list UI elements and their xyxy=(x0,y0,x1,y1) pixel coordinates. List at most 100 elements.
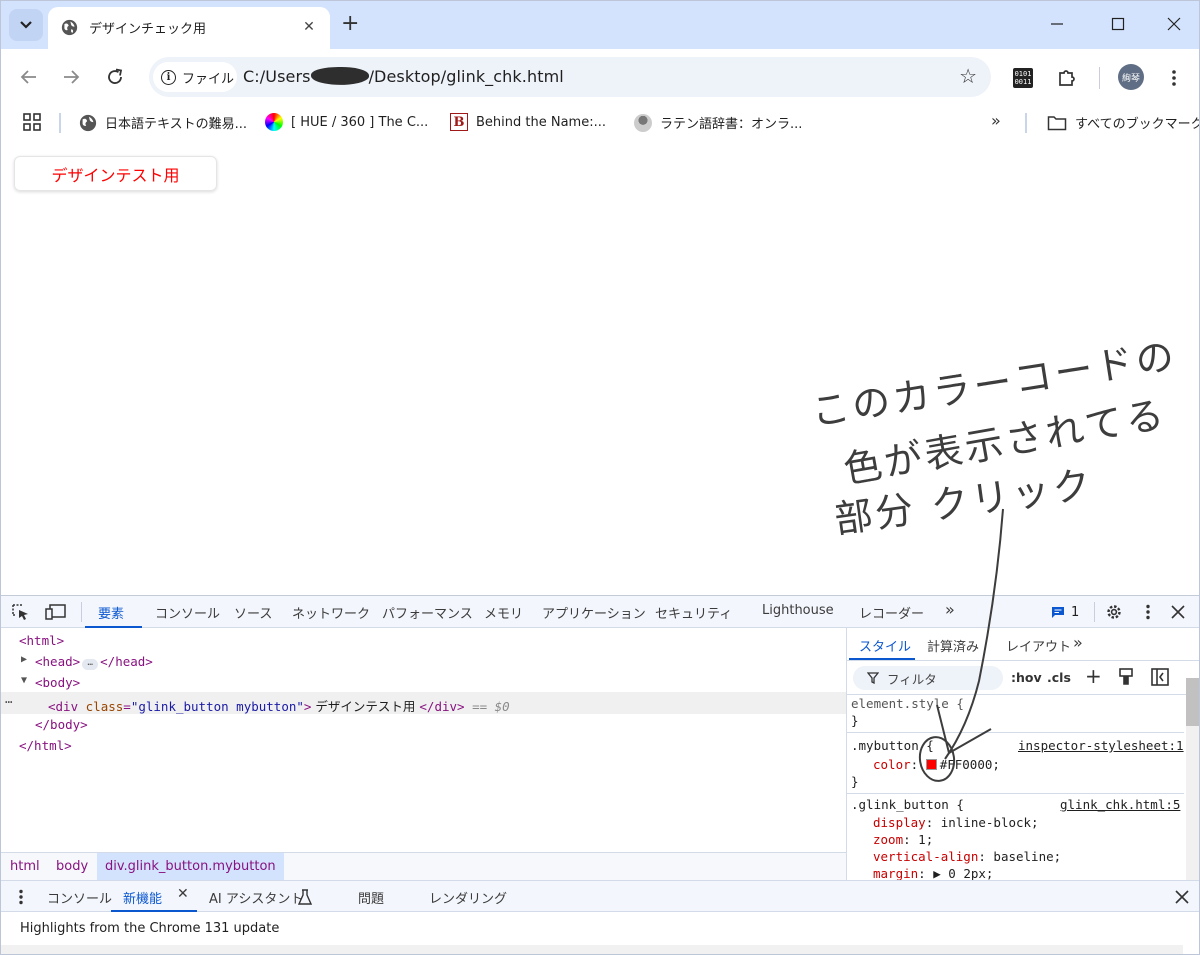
tab-console[interactable]: コンソール xyxy=(155,603,220,622)
dom-body-open[interactable]: <body> xyxy=(35,675,80,690)
close-drawer-icon[interactable] xyxy=(1175,890,1189,908)
apps-grid-icon[interactable] xyxy=(23,113,41,135)
new-rule-icon[interactable]: + xyxy=(1085,664,1102,688)
dom-div-node[interactable]: <div class="glink_button mybutton"> デザイン… xyxy=(48,696,510,715)
tab-network[interactable]: ネットワーク xyxy=(292,603,370,622)
tab-styles[interactable]: スタイル xyxy=(859,636,911,655)
globe-icon xyxy=(79,114,97,131)
back-icon[interactable] xyxy=(15,63,43,91)
devtools-menu-icon[interactable] xyxy=(1146,604,1150,624)
bookmark-item[interactable]: B Behind the Name:... xyxy=(450,113,606,131)
drawer-tab-whats-new[interactable]: 新機能 xyxy=(123,888,162,907)
cls-toggle[interactable]: .cls xyxy=(1047,670,1071,685)
drawer-tab-issues[interactable]: 問題 xyxy=(358,888,384,907)
toolbar-divider xyxy=(1099,67,1100,89)
styles-scrollbar-thumb[interactable] xyxy=(1186,678,1199,726)
behind-the-name-icon: B xyxy=(450,113,468,131)
more-styles-tabs-icon[interactable]: » xyxy=(1073,633,1083,652)
bookmark-separator xyxy=(1025,113,1027,133)
settings-gear-icon[interactable] xyxy=(1105,603,1123,625)
drawer-tab-rendering[interactable]: レンダリング xyxy=(429,888,507,907)
breadcrumb-body[interactable]: body xyxy=(56,859,88,874)
extensions-puzzle-icon[interactable] xyxy=(1054,65,1080,91)
close-devtools-icon[interactable] xyxy=(1171,605,1185,623)
close-whats-new-icon[interactable]: ✕ xyxy=(177,886,189,902)
drawer-tab-ai-assistant[interactable]: AI アシスタント xyxy=(209,888,303,907)
url-text[interactable]: C:/Users/Desktop/glink_chk.html xyxy=(243,65,564,87)
dom-html-open[interactable]: <html> xyxy=(19,633,64,648)
glink-source-link[interactable]: glink_chk.html:5 xyxy=(1060,797,1180,812)
maximize-icon[interactable] xyxy=(1105,11,1131,37)
address-bar[interactable]: i ファイル C:/Users/Desktop/glink_chk.html ☆ xyxy=(149,57,991,97)
expand-arrow-icon[interactable]: ▶ xyxy=(21,654,27,665)
design-test-button[interactable]: デザインテスト用 xyxy=(14,156,217,191)
drawer-scrollbar[interactable] xyxy=(1,945,1183,954)
site-info-chip[interactable]: i ファイル xyxy=(153,62,237,92)
drawer-tabbar: コンソール 新機能 ✕ AI アシスタント 問題 レンダリング xyxy=(1,880,1199,912)
device-toolbar-icon[interactable] xyxy=(45,603,67,625)
minimize-icon[interactable] xyxy=(1044,11,1070,37)
filter-icon xyxy=(867,672,879,684)
tab-performance[interactable]: パフォーマンス xyxy=(382,603,473,622)
rule-separator xyxy=(847,793,1184,794)
tab-computed[interactable]: 計算済み xyxy=(927,636,979,655)
dom-html-close[interactable]: </html> xyxy=(19,738,72,753)
bookmark-item[interactable]: [ HUE / 360 ] The C... xyxy=(265,113,428,131)
css-declaration[interactable]: zoom: 1; xyxy=(873,832,933,847)
drawer-menu-icon[interactable] xyxy=(19,889,23,909)
more-menu-icon[interactable] xyxy=(1161,65,1187,91)
close-window-icon[interactable] xyxy=(1161,11,1187,37)
node-actions-icon[interactable]: ⋯ xyxy=(5,694,13,709)
close-tab-icon[interactable]: ✕ xyxy=(298,16,320,38)
tab-recorder[interactable]: レコーダー xyxy=(859,603,924,622)
tab-security[interactable]: セキュリティ xyxy=(655,603,732,622)
mybutton-selector[interactable]: .mybutton { xyxy=(851,738,934,753)
all-bookmarks-folder[interactable]: すべてのブックマーク xyxy=(1047,113,1199,132)
styles-filter-input[interactable]: フィルタ xyxy=(853,666,1003,690)
profile-avatar[interactable]: 絢琴 xyxy=(1118,64,1144,90)
tab-sources[interactable]: ソース xyxy=(234,603,272,622)
issues-counter[interactable]: 1 xyxy=(1051,605,1079,620)
dom-head-node[interactable]: <head>… </head> xyxy=(35,654,153,670)
whats-new-heading: Highlights from the Chrome 131 update xyxy=(20,921,280,936)
drawer-tab-console[interactable]: コンソール xyxy=(47,888,112,907)
css-declaration[interactable]: display: inline-block; xyxy=(873,815,1039,830)
paint-brush-icon[interactable] xyxy=(1119,668,1133,690)
inspect-element-icon[interactable] xyxy=(11,603,31,625)
color-swatch[interactable] xyxy=(925,759,937,770)
tab-layout[interactable]: レイアウト xyxy=(1006,636,1071,655)
sidebar-toggle-icon[interactable] xyxy=(1151,668,1169,690)
filter-border xyxy=(847,694,1199,695)
tab-elements[interactable]: 要素 xyxy=(98,603,124,622)
css-declaration[interactable]: vertical-align: baseline; xyxy=(873,849,1061,864)
bookmark-star-icon[interactable]: ☆ xyxy=(959,64,977,88)
mybutton-source-link[interactable]: inspector-stylesheet:1 xyxy=(1018,738,1184,753)
breadcrumb-html[interactable]: html xyxy=(10,859,40,874)
collapse-arrow-icon[interactable]: ▼ xyxy=(21,675,27,686)
more-tabs-icon[interactable]: » xyxy=(945,600,955,619)
more-bookmarks-icon[interactable]: » xyxy=(991,111,1001,130)
css-declaration[interactable]: margin: ▶ 0 2px; xyxy=(873,866,993,880)
tab-lighthouse[interactable]: Lighthouse xyxy=(762,603,834,618)
new-tab-button[interactable]: + xyxy=(341,13,359,35)
breadcrumb: html body div.glink_button.mybutton xyxy=(1,852,846,880)
bookmark-item[interactable]: ラテン語辞書：オンラ... xyxy=(634,113,802,132)
bookmark-item[interactable]: 日本語テキストの難易... xyxy=(79,113,247,132)
breadcrumb-div[interactable]: div.glink_button.mybutton xyxy=(97,853,284,880)
binary-extension-icon[interactable]: 0101 0011 xyxy=(1010,65,1036,91)
bookmarks-bar: 日本語テキストの難易... [ HUE / 360 ] The C... B B… xyxy=(1,105,1199,141)
browser-window: デザインチェック用 ✕ + i ファイル C:/Users /Desktop/g… xyxy=(0,0,1200,955)
tab-memory[interactable]: メモリ xyxy=(484,603,523,622)
browser-tab[interactable]: デザインチェック用 ✕ xyxy=(48,7,330,49)
dom-body-close[interactable]: </body> xyxy=(35,717,88,732)
rule-separator xyxy=(847,732,1184,733)
glink-button-selector[interactable]: .glink_button { xyxy=(851,797,964,812)
reload-icon[interactable] xyxy=(101,63,129,91)
mybutton-color-declaration[interactable]: color: #FF0000; xyxy=(873,757,1000,772)
folder-icon xyxy=(1047,115,1067,130)
forward-icon[interactable] xyxy=(57,63,85,91)
tab-search-button[interactable] xyxy=(9,9,43,41)
hov-toggle[interactable]: :hov xyxy=(1011,670,1042,685)
element-style-selector[interactable]: element.style { xyxy=(851,696,964,711)
tab-application[interactable]: アプリケーション xyxy=(542,603,646,622)
